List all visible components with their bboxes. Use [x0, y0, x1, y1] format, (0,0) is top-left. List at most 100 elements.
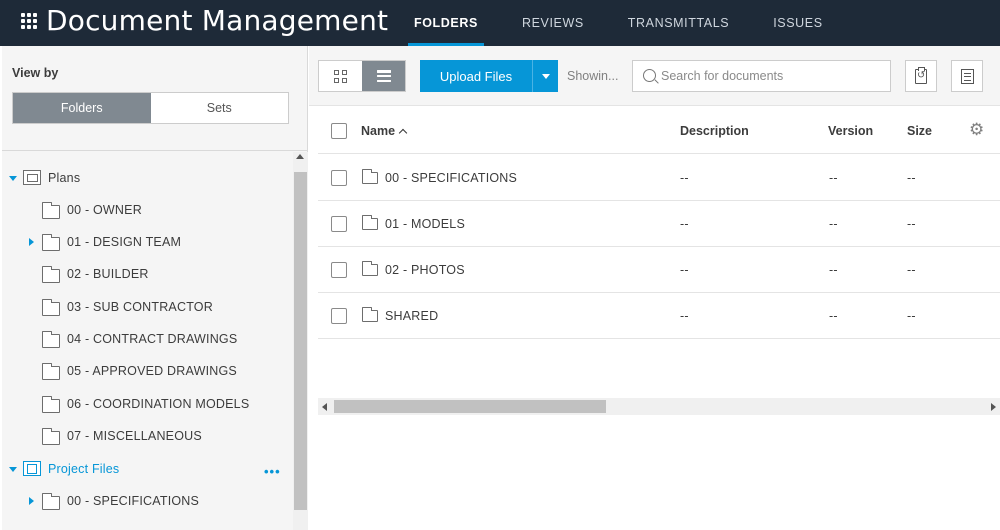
chevron-down-icon [541, 73, 550, 79]
tree-item-owner[interactable]: 00 - OWNER [2, 196, 292, 224]
scroll-left-icon[interactable] [322, 403, 327, 411]
tree-item-specifications[interactable]: 00 - SPECIFICATIONS [2, 487, 292, 515]
row-version: -- [829, 171, 838, 185]
toolbar: Upload Files Showin... [309, 46, 1000, 106]
clipboard-button[interactable] [905, 60, 937, 92]
scroll-right-icon[interactable] [991, 403, 996, 411]
tree-item-coordination-models[interactable]: 06 - COORDINATION MODELS [2, 390, 292, 418]
table-row[interactable]: 00 - SPECIFICATIONS -- -- -- [318, 155, 1000, 201]
folder-icon [41, 331, 60, 348]
caret-right-icon[interactable] [29, 497, 34, 505]
upload-files-button[interactable]: Upload Files [420, 60, 532, 92]
gear-icon[interactable]: ⚙ [969, 121, 984, 139]
tree-item-label: 01 - DESIGN TEAM [67, 235, 182, 249]
tree-item-contract-drawings[interactable]: 04 - CONTRACT DRAWINGS [2, 325, 292, 353]
folder-icon [361, 261, 378, 276]
tree-item-label: 02 - BUILDER [67, 267, 149, 281]
top-bar: Document Management FOLDERS REVIEWS TRAN… [0, 0, 1000, 46]
row-size: -- [907, 263, 916, 277]
tab-reviews[interactable]: REVIEWS [500, 0, 606, 46]
apps-grid-icon[interactable] [21, 13, 37, 29]
table-row[interactable]: 01 - MODELS -- -- -- [318, 201, 1000, 247]
sets-toggle-button[interactable]: Sets [150, 93, 288, 123]
view-by-toggle: Folders Sets [12, 92, 289, 124]
showing-filter[interactable]: Showin... [567, 69, 618, 83]
list-view-button[interactable] [362, 61, 405, 91]
table-horizontal-scrollbar[interactable] [318, 398, 1000, 415]
tree-item-approved-drawings[interactable]: 05 - APPROVED DRAWINGS [2, 357, 292, 385]
sheet-button[interactable] [951, 60, 983, 92]
folder-icon [361, 169, 378, 184]
tree-item-project-files[interactable]: Project Files ••• [2, 455, 292, 483]
select-all-checkbox[interactable] [331, 123, 347, 139]
search-box [632, 60, 891, 92]
caret-right-icon[interactable] [29, 238, 34, 246]
table-row[interactable]: SHARED -- -- -- [318, 293, 1000, 339]
row-name[interactable]: 02 - PHOTOS [385, 263, 465, 277]
folder-icon [361, 215, 378, 230]
upload-dropdown-button[interactable] [533, 60, 558, 92]
row-description: -- [680, 263, 689, 277]
caret-down-icon[interactable] [9, 176, 17, 181]
column-header-description[interactable]: Description [680, 124, 749, 138]
column-header-name[interactable]: Name [361, 124, 408, 138]
plans-icon [23, 170, 41, 185]
folder-icon [41, 363, 60, 380]
tree-item-label: 05 - APPROVED DRAWINGS [67, 364, 237, 378]
row-version: -- [829, 263, 838, 277]
caret-down-icon[interactable] [9, 467, 17, 472]
scroll-up-icon[interactable] [296, 154, 304, 159]
folder-icon [41, 299, 60, 316]
tree-item-label: 00 - SPECIFICATIONS [67, 494, 200, 508]
row-checkbox[interactable] [331, 170, 347, 186]
tree-item-plans[interactable]: Plans [2, 164, 292, 192]
row-version: -- [829, 309, 838, 323]
folder-icon [41, 396, 60, 413]
row-description: -- [680, 171, 689, 185]
tree-item-label: 06 - COORDINATION MODELS [67, 397, 250, 411]
tree-item-label: 00 - OWNER [67, 203, 142, 217]
tree-item-label: 03 - SUB CONTRACTOR [67, 300, 213, 314]
more-options-icon[interactable]: ••• [264, 464, 281, 479]
folders-toggle-button[interactable]: Folders [13, 93, 151, 123]
top-nav: FOLDERS REVIEWS TRANSMITTALS ISSUES [392, 0, 845, 46]
tab-folders[interactable]: FOLDERS [392, 0, 500, 46]
row-description: -- [680, 217, 689, 231]
tree-item-sub-contractor[interactable]: 03 - SUB CONTRACTOR [2, 293, 292, 321]
column-header-version[interactable]: Version [828, 124, 873, 138]
tab-transmittals[interactable]: TRANSMITTALS [606, 0, 751, 46]
tree-item-label: 04 - CONTRACT DRAWINGS [67, 332, 238, 346]
grid-view-button[interactable] [319, 61, 362, 91]
divider [2, 150, 308, 151]
tree-item-design-team[interactable]: 01 - DESIGN TEAM [2, 228, 292, 256]
row-size: -- [907, 171, 916, 185]
scrollbar-thumb[interactable] [334, 400, 606, 413]
folder-icon [41, 428, 60, 445]
view-mode-toggle [318, 60, 406, 92]
tree-item-builder[interactable]: 02 - BUILDER [2, 260, 292, 288]
row-checkbox[interactable] [331, 262, 347, 278]
row-checkbox[interactable] [331, 216, 347, 232]
left-panel: View by Folders Sets Plans 00 - OWNER 01… [2, 46, 308, 530]
row-name[interactable]: 01 - MODELS [385, 217, 465, 231]
view-by-label: View by [12, 66, 59, 80]
row-name[interactable]: SHARED [385, 309, 438, 323]
tree-item-miscellaneous[interactable]: 07 - MISCELLANEOUS [2, 422, 292, 450]
column-header-size[interactable]: Size [907, 124, 932, 138]
document-sheet-icon [960, 68, 974, 84]
list-icon [376, 70, 391, 82]
folder-tree: Plans 00 - OWNER 01 - DESIGN TEAM 02 - B… [2, 152, 292, 530]
row-size: -- [907, 217, 916, 231]
search-icon [643, 69, 656, 82]
row-version: -- [829, 217, 838, 231]
search-input[interactable] [661, 61, 886, 91]
tab-issues[interactable]: ISSUES [751, 0, 844, 46]
tree-scrollbar[interactable] [293, 152, 308, 530]
clipboard-icon [915, 66, 927, 84]
folder-icon [41, 493, 60, 510]
table-row[interactable]: 02 - PHOTOS -- -- -- [318, 247, 1000, 293]
row-name[interactable]: 00 - SPECIFICATIONS [385, 171, 517, 185]
row-checkbox[interactable] [331, 308, 347, 324]
folder-icon [41, 266, 60, 283]
scrollbar-thumb[interactable] [294, 172, 307, 510]
